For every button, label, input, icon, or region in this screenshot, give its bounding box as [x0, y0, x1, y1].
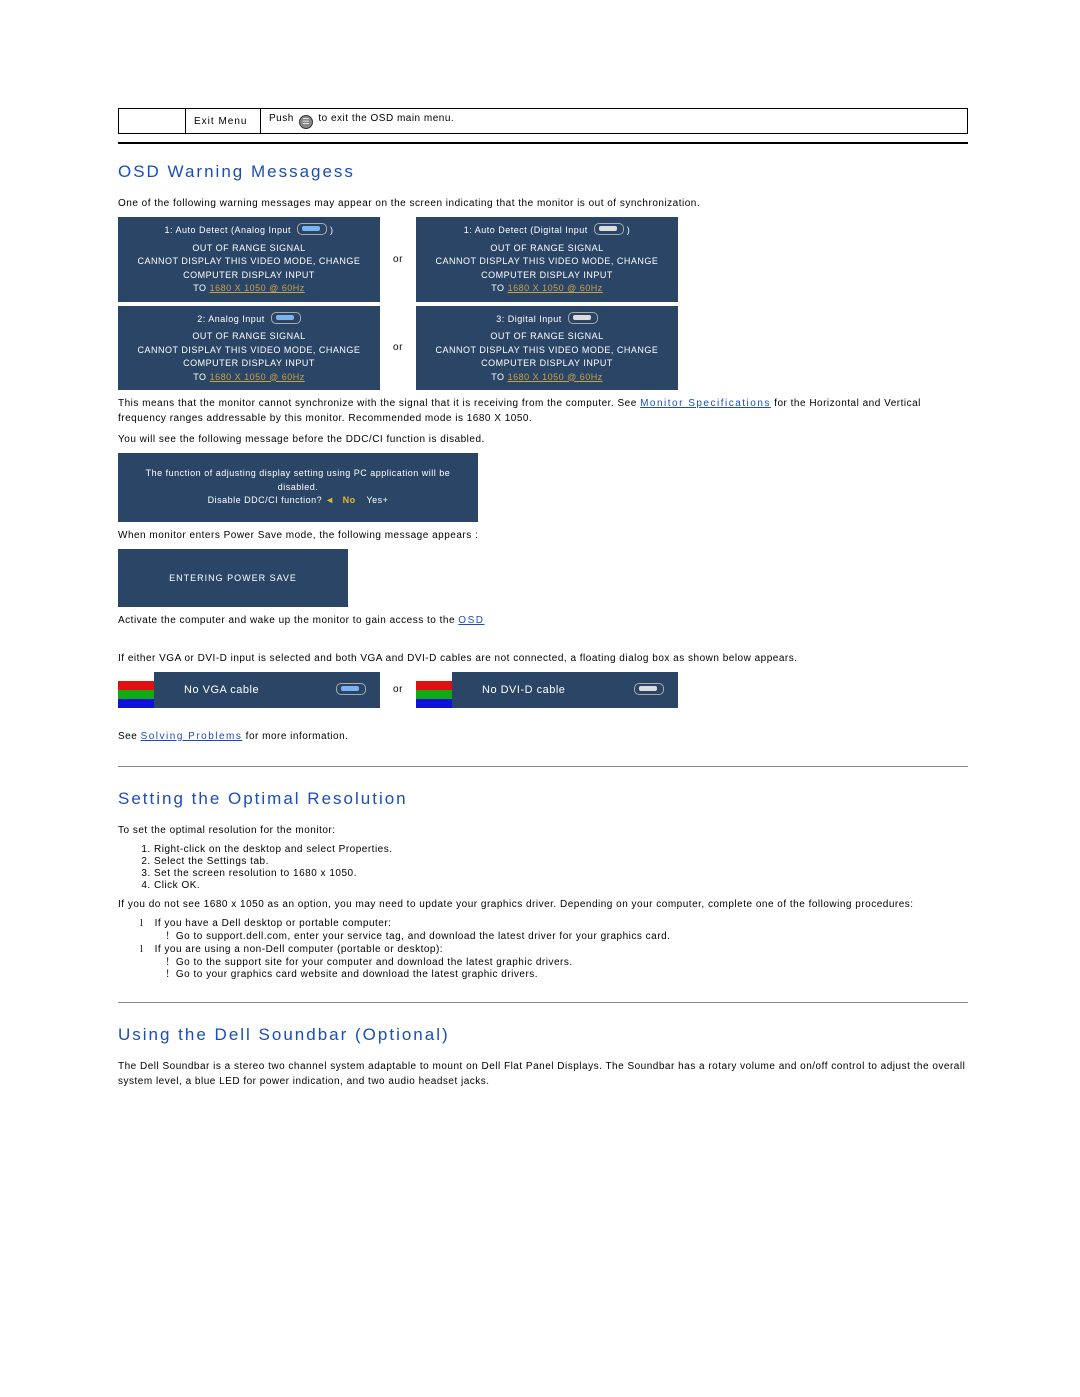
vga-connector-icon	[336, 683, 366, 695]
menu-button-icon: ☰	[299, 115, 313, 129]
see-before: See	[118, 731, 141, 742]
procedure-sub: Go to your graphics card website and dow…	[166, 969, 968, 980]
no-cable-intro: If either VGA or DVI-D input is selected…	[118, 651, 968, 666]
exit-menu-label-cell: Exit Menu	[186, 109, 261, 134]
step-item: Click OK.	[154, 880, 968, 891]
warn-out-of-range: OUT OF RANGE SIGNAL	[420, 330, 674, 344]
warn-cannot-l1: CANNOT DISPLAY THIS VIDEO MODE, CHANGE	[122, 344, 376, 358]
procedure-item: If you have a Dell desktop or portable c…	[140, 918, 968, 942]
exit-menu-blank	[119, 109, 186, 134]
warn-card-title: 2: Analog Input	[197, 314, 265, 324]
ddc-no-option: No	[343, 495, 356, 505]
ddc-intro: You will see the following message befor…	[118, 432, 968, 447]
no-dvi-card: No DVI-D cable	[416, 672, 678, 708]
color-bars-icon	[118, 672, 154, 708]
dvi-connector-icon	[568, 312, 598, 324]
osd-warning-title: OSD Warning Messagess	[118, 162, 968, 182]
procedure-heading: If you have a Dell desktop or portable c…	[155, 918, 392, 929]
exit-menu-table: Exit Menu Push ☰ to exit the OSD main me…	[118, 108, 968, 134]
warn-out-of-range: OUT OF RANGE SIGNAL	[122, 330, 376, 344]
res-prefix: TO	[193, 283, 209, 293]
warn-cannot-l2: COMPUTER DISPLAY INPUT	[122, 357, 376, 371]
soundbar-text: The Dell Soundbar is a stereo two channe…	[118, 1059, 968, 1089]
warn-card-digital: 3: Digital Input OUT OF RANGE SIGNAL CAN…	[416, 306, 678, 391]
res-link: 1680 X 1050 @ 60Hz	[508, 372, 603, 382]
no-dvi-text: No DVI-D cable	[452, 684, 628, 696]
monitor-specifications-link[interactable]: Monitor Specifications	[640, 398, 771, 409]
warn-card-auto-digital: 1: Auto Detect (Digital Input ) OUT OF R…	[416, 217, 678, 302]
warn-card-auto-analog: 1: Auto Detect (Analog Input ) OUT OF RA…	[118, 217, 380, 302]
no-cable-row: No VGA cable or No DVI-D cable	[118, 672, 968, 708]
step-item: Select the Settings tab.	[154, 856, 968, 867]
vga-connector-icon	[297, 223, 327, 235]
divider	[118, 142, 968, 144]
osd-link[interactable]: OSD	[458, 615, 484, 626]
no-vga-card: No VGA cable	[118, 672, 380, 708]
res-link: 1680 X 1050 @ 60Hz	[508, 283, 603, 293]
warn-cannot-l1: CANNOT DISPLAY THIS VIDEO MODE, CHANGE	[420, 255, 674, 269]
resolution-steps: Right-click on the desktop and select Pr…	[118, 844, 968, 891]
driver-procedures: If you have a Dell desktop or portable c…	[118, 918, 968, 980]
warn-card-analog: 2: Analog Input OUT OF RANGE SIGNAL CANN…	[118, 306, 380, 391]
sync-paragraph: This means that the monitor cannot synch…	[118, 396, 968, 426]
solving-problems-link[interactable]: Solving Problems	[141, 731, 243, 742]
step-item: Right-click on the desktop and select Pr…	[154, 844, 968, 855]
warn-out-of-range: OUT OF RANGE SIGNAL	[420, 242, 674, 256]
soundbar-title: Using the Dell Soundbar (Optional)	[118, 1025, 968, 1045]
warn-cannot-l2: COMPUTER DISPLAY INPUT	[420, 357, 674, 371]
power-save-text: ENTERING POWER SAVE	[169, 573, 297, 583]
power-save-after: Activate the computer and wake up the mo…	[118, 613, 968, 628]
res-link: 1680 X 1050 @ 60Hz	[210, 372, 305, 382]
driver-note: If you do not see 1680 x 1050 as an opti…	[118, 897, 968, 912]
step-item: Set the screen resolution to 1680 x 1050…	[154, 868, 968, 879]
warn-cannot-l1: CANNOT DISPLAY THIS VIDEO MODE, CHANGE	[122, 255, 376, 269]
see-solving-paragraph: See Solving Problems for more informatio…	[118, 729, 968, 744]
optimal-resolution-title: Setting the Optimal Resolution	[118, 789, 968, 809]
exit-menu-text-before: Push	[269, 113, 297, 124]
osd-warning-intro: One of the following warning messages ma…	[118, 196, 968, 211]
dvi-connector-icon	[594, 223, 624, 235]
warn-out-of-range: OUT OF RANGE SIGNAL	[122, 242, 376, 256]
warn-cannot-l2: COMPUTER DISPLAY INPUT	[420, 269, 674, 283]
ddc-ci-card: The function of adjusting display settin…	[118, 453, 478, 522]
color-bars-icon	[416, 672, 452, 708]
warning-row-2: 2: Analog Input OUT OF RANGE SIGNAL CANN…	[118, 306, 968, 391]
exit-menu-instruction-cell: Push ☰ to exit the OSD main menu.	[261, 109, 968, 134]
divider	[118, 766, 968, 767]
ddc-question: Disable DDC/CI function?	[208, 495, 323, 505]
see-after: for more information.	[242, 731, 348, 742]
arrow-left-icon: ◄	[325, 495, 334, 505]
power-save-intro: When monitor enters Power Save mode, the…	[118, 528, 968, 543]
procedure-sub: Go to support.dell.com, enter your servi…	[166, 931, 968, 942]
divider	[118, 1002, 968, 1003]
res-prefix: TO	[193, 372, 209, 382]
procedure-sub: Go to the support site for your computer…	[166, 957, 968, 968]
warn-card-title: 1: Auto Detect (Analog Input	[164, 225, 291, 235]
power-save-card: ENTERING POWER SAVE	[118, 549, 348, 607]
exit-menu-label: Exit Menu	[194, 116, 247, 127]
ps-after-before: Activate the computer and wake up the mo…	[118, 615, 458, 626]
or-text: or	[380, 254, 416, 265]
res-link: 1680 X 1050 @ 60Hz	[210, 283, 305, 293]
warn-cannot-l2: COMPUTER DISPLAY INPUT	[122, 269, 376, 283]
optimal-resolution-intro: To set the optimal resolution for the mo…	[118, 823, 968, 838]
or-text: or	[380, 342, 416, 353]
sync-text-before: This means that the monitor cannot synch…	[118, 398, 640, 409]
dvi-connector-icon	[634, 683, 664, 695]
ddc-line1: The function of adjusting display settin…	[134, 467, 462, 494]
res-prefix: TO	[491, 283, 507, 293]
procedure-item: If you are using a non-Dell computer (po…	[140, 944, 968, 980]
procedure-heading: If you are using a non-Dell computer (po…	[155, 944, 444, 955]
or-text: or	[380, 684, 416, 695]
ddc-yes-option: Yes+	[366, 495, 388, 505]
warn-card-title: 3: Digital Input	[496, 314, 562, 324]
warning-row-1: 1: Auto Detect (Analog Input ) OUT OF RA…	[118, 217, 968, 302]
vga-connector-icon	[271, 312, 301, 324]
res-prefix: TO	[491, 372, 507, 382]
warn-card-title: 1: Auto Detect (Digital Input	[464, 225, 588, 235]
exit-menu-text-after: to exit the OSD main menu.	[315, 113, 454, 124]
warn-cannot-l1: CANNOT DISPLAY THIS VIDEO MODE, CHANGE	[420, 344, 674, 358]
no-vga-text: No VGA cable	[154, 684, 330, 696]
